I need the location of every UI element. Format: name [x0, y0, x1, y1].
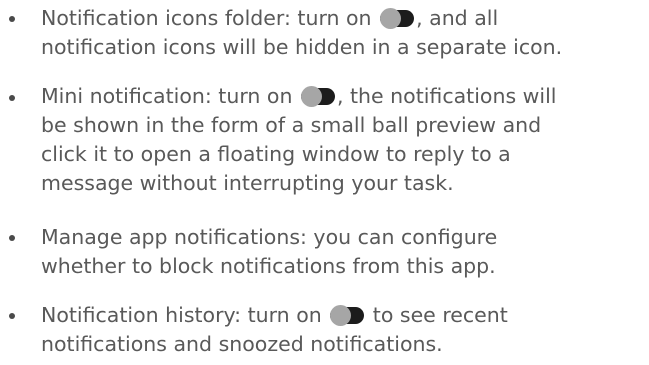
- text-line: notifications and snoozed notifications.: [41, 332, 443, 356]
- text-line: click it to open a floating window to re…: [41, 142, 511, 166]
- text-line: notification icons will be hidden in a s…: [41, 35, 563, 59]
- toggle-switch-icon: [300, 86, 335, 107]
- text-segment: Notification history: turn on: [41, 303, 322, 327]
- notification-settings-list: Notification icons folder: turn on , and…: [0, 0, 649, 365]
- list-item-text: Notification icons folder: turn on , and…: [41, 4, 646, 62]
- text-line: Mini notification: turn on , the notific…: [41, 82, 646, 111]
- text-segment: Notification icons folder: turn on: [41, 6, 372, 30]
- toggle-switch-icon: [330, 305, 365, 326]
- list-item-text: Notification history: turn on to see rec…: [41, 301, 646, 359]
- text-line: be shown in the form of a small ball pre…: [41, 113, 542, 137]
- toggle-switch-icon: [380, 8, 415, 29]
- bullet-icon: [9, 313, 15, 319]
- text-line: message without interrupting your task.: [41, 171, 454, 195]
- text-segment: , and all: [416, 6, 499, 30]
- bullet-icon: [9, 235, 15, 241]
- toggle-knob: [380, 8, 402, 29]
- text-segment: Mini notification: turn on: [41, 84, 293, 108]
- list-item-text: Mini notification: turn on , the notific…: [41, 82, 646, 198]
- text-line: Notification history: turn on to see rec…: [41, 301, 646, 330]
- bullet-icon: [9, 95, 15, 101]
- text-segment: to see recent: [372, 303, 508, 327]
- list-item-text: Manage app notifications: you can config…: [41, 223, 646, 281]
- text-line: Manage app notifications: you can config…: [41, 225, 498, 249]
- toggle-knob: [300, 86, 322, 107]
- text-segment: , the notifications will: [336, 84, 557, 108]
- toggle-knob: [330, 305, 352, 326]
- text-line: Notification icons folder: turn on , and…: [41, 4, 646, 33]
- text-line: whether to block notifications from this…: [41, 254, 496, 278]
- bullet-icon: [9, 16, 15, 22]
